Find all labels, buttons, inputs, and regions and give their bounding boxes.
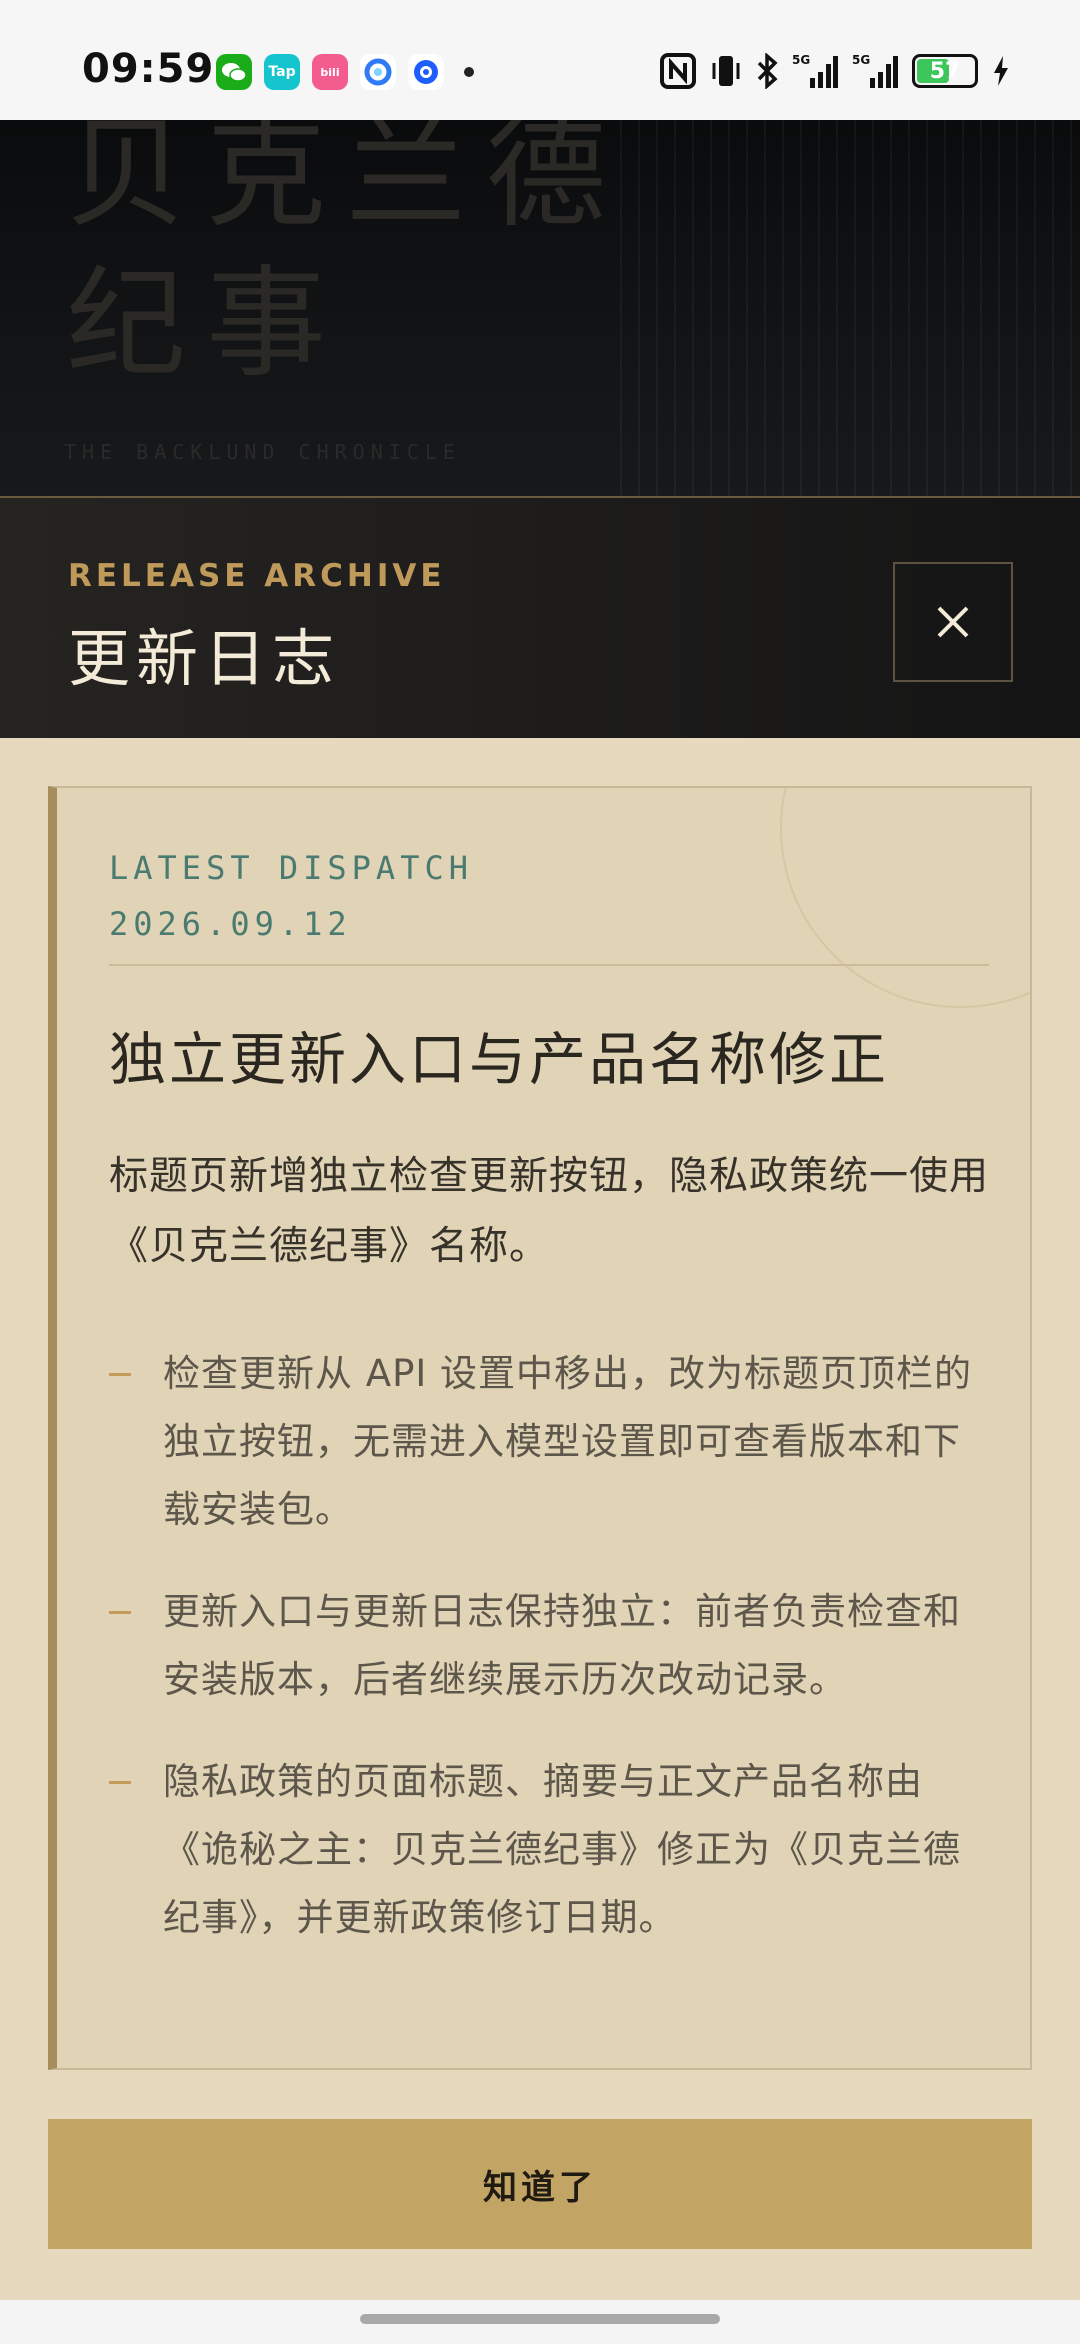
list-item-text: 更新入口与更新日志保持独立：前者负责检查和安装版本，后者继续展示历次改动记录。	[163, 1590, 961, 1701]
browser-icon	[360, 54, 396, 90]
app-icon	[408, 54, 444, 90]
divider	[109, 964, 989, 966]
charging-icon	[992, 52, 1010, 90]
release-title: 独立更新入口与产品名称修正	[109, 1027, 889, 1093]
gesture-navigation-bar	[0, 2300, 1080, 2344]
wechat-icon	[216, 54, 252, 90]
dash-bullet-icon	[109, 1373, 131, 1376]
signal-5g-icon-2: 5G	[852, 52, 898, 90]
changelog-modal-body: LATEST DISPATCH 2026.09.12 独立更新入口与产品名称修正…	[0, 738, 1080, 2300]
battery-indicator: 57	[912, 54, 978, 88]
dash-bullet-icon	[109, 1781, 131, 1784]
release-label: LATEST DISPATCH	[109, 849, 473, 887]
release-meta: LATEST DISPATCH 2026.09.12	[109, 840, 473, 952]
confirm-button[interactable]: 知道了	[48, 2119, 1032, 2249]
list-item: 隐私政策的页面标题、摘要与正文产品名称由《诡秘之主：贝克兰德纪事》修正为《贝克兰…	[109, 1748, 989, 1952]
status-bar: 09:59 Tap bili 5G 5G 57	[0, 0, 1080, 120]
modal-eyebrow: RELEASE ARCHIVE	[68, 558, 446, 594]
dash-bullet-icon	[109, 1611, 131, 1614]
list-item: 检查更新从 API 设置中移出，改为标题页顶栏的独立按钮，无需进入模型设置即可查…	[109, 1340, 989, 1544]
svg-text:5G: 5G	[792, 53, 810, 67]
background-title-line-2: 纪事	[66, 255, 346, 394]
bluetooth-icon	[756, 52, 778, 90]
bilibili-label: bili	[320, 65, 340, 79]
list-item: 更新入口与更新日志保持独立：前者负责检查和安装版本，后者继续展示历次改动记录。	[109, 1578, 989, 1714]
more-notifications-dot	[464, 67, 474, 77]
notification-app-icons: Tap bili	[216, 54, 474, 90]
bilibili-icon: bili	[312, 54, 348, 90]
release-summary: 标题页新增独立检查更新按钮，隐私政策统一使用《贝克兰德纪事》名称。	[109, 1154, 990, 1269]
taptap-label: Tap	[268, 64, 296, 80]
taptap-icon: Tap	[264, 54, 300, 90]
release-card: LATEST DISPATCH 2026.09.12 独立更新入口与产品名称修正…	[48, 786, 1032, 2070]
vibrate-icon	[710, 52, 742, 90]
modal-title: 更新日志	[68, 622, 341, 695]
list-item-text: 检查更新从 API 设置中移出，改为标题页顶栏的独立按钮，无需进入模型设置即可查…	[163, 1352, 973, 1531]
background-subtitle: THE BACKLUND CHRONICLE	[64, 440, 461, 464]
svg-text:5G: 5G	[852, 53, 870, 67]
nfc-icon	[660, 52, 696, 90]
status-time: 09:59	[82, 46, 215, 92]
close-icon	[937, 606, 969, 638]
background-texture	[620, 120, 1080, 500]
background-game-title: 贝克兰德 纪事	[66, 120, 626, 400]
background-title-line-1: 贝克兰德	[66, 120, 626, 244]
release-items-list: 检查更新从 API 设置中移出，改为标题页顶栏的独立按钮，无需进入模型设置即可查…	[109, 1340, 989, 1986]
changelog-modal-header: RELEASE ARCHIVE 更新日志	[0, 496, 1080, 738]
status-indicators: 5G 5G 57	[660, 52, 1010, 90]
decorative-circle	[780, 788, 1030, 1008]
battery-level: 57	[929, 58, 961, 84]
signal-5g-icon-1: 5G	[792, 52, 838, 90]
home-indicator[interactable]	[360, 2314, 720, 2324]
list-item-text: 隐私政策的页面标题、摘要与正文产品名称由《诡秘之主：贝克兰德纪事》修正为《贝克兰…	[163, 1760, 961, 1939]
release-date: 2026.09.12	[109, 905, 352, 943]
background-title-screen: 贝克兰德 纪事 THE BACKLUND CHRONICLE	[0, 120, 1080, 500]
close-button[interactable]	[893, 562, 1013, 682]
